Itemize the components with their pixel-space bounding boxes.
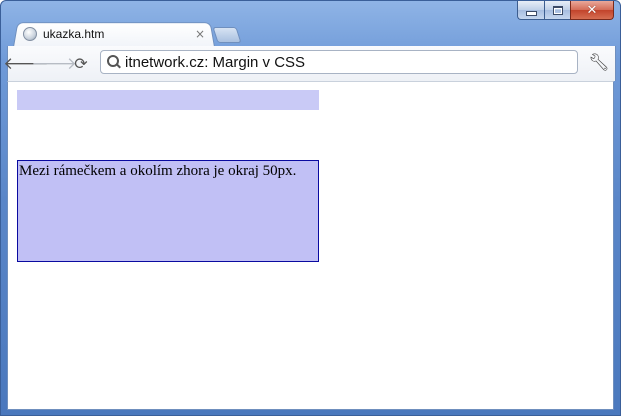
forward-arrow-icon[interactable]: 🡒 (31, 54, 77, 74)
browser-window: ✕ ukazka.htm × 🡐 🡒 ⟳ itnetwork.cz: Margi… (0, 0, 621, 416)
wrench-icon[interactable]: 🔧︎ (588, 52, 610, 74)
globe-icon (23, 27, 37, 41)
search-icon (107, 55, 121, 69)
toolbar: 🡐 🡒 ⟳ itnetwork.cz: Margin v CSS 🔧︎ (3, 46, 616, 81)
address-bar-text[interactable]: itnetwork.cz: Margin v CSS (125, 54, 305, 71)
margin-demo-text: Mezi rámečkem a okolím zhora je okraj 50… (19, 163, 297, 179)
tab-ukazka[interactable]: ukazka.htm × (23, 23, 213, 45)
window-controls: ✕ (517, 1, 614, 21)
page-viewport: Mezi rámečkem a okolím zhora je okraj 50… (7, 81, 614, 410)
address-bar[interactable]: itnetwork.cz: Margin v CSS (100, 50, 578, 74)
close-icon: ✕ (586, 2, 598, 18)
reload-icon[interactable]: ⟳ (71, 54, 91, 74)
top-colored-box (17, 90, 319, 110)
margin-demo-box: Mezi rámečkem a okolím zhora je okraj 50… (17, 160, 319, 262)
close-window-button[interactable]: ✕ (570, 1, 614, 20)
tab-close-icon[interactable]: × (195, 27, 205, 41)
maximize-icon (552, 5, 563, 15)
minimize-button[interactable] (517, 1, 544, 20)
minimize-icon (525, 10, 537, 16)
new-tab-icon[interactable] (212, 27, 242, 43)
maximize-button[interactable] (544, 1, 570, 20)
tab-title: ukazka.htm (43, 27, 105, 41)
